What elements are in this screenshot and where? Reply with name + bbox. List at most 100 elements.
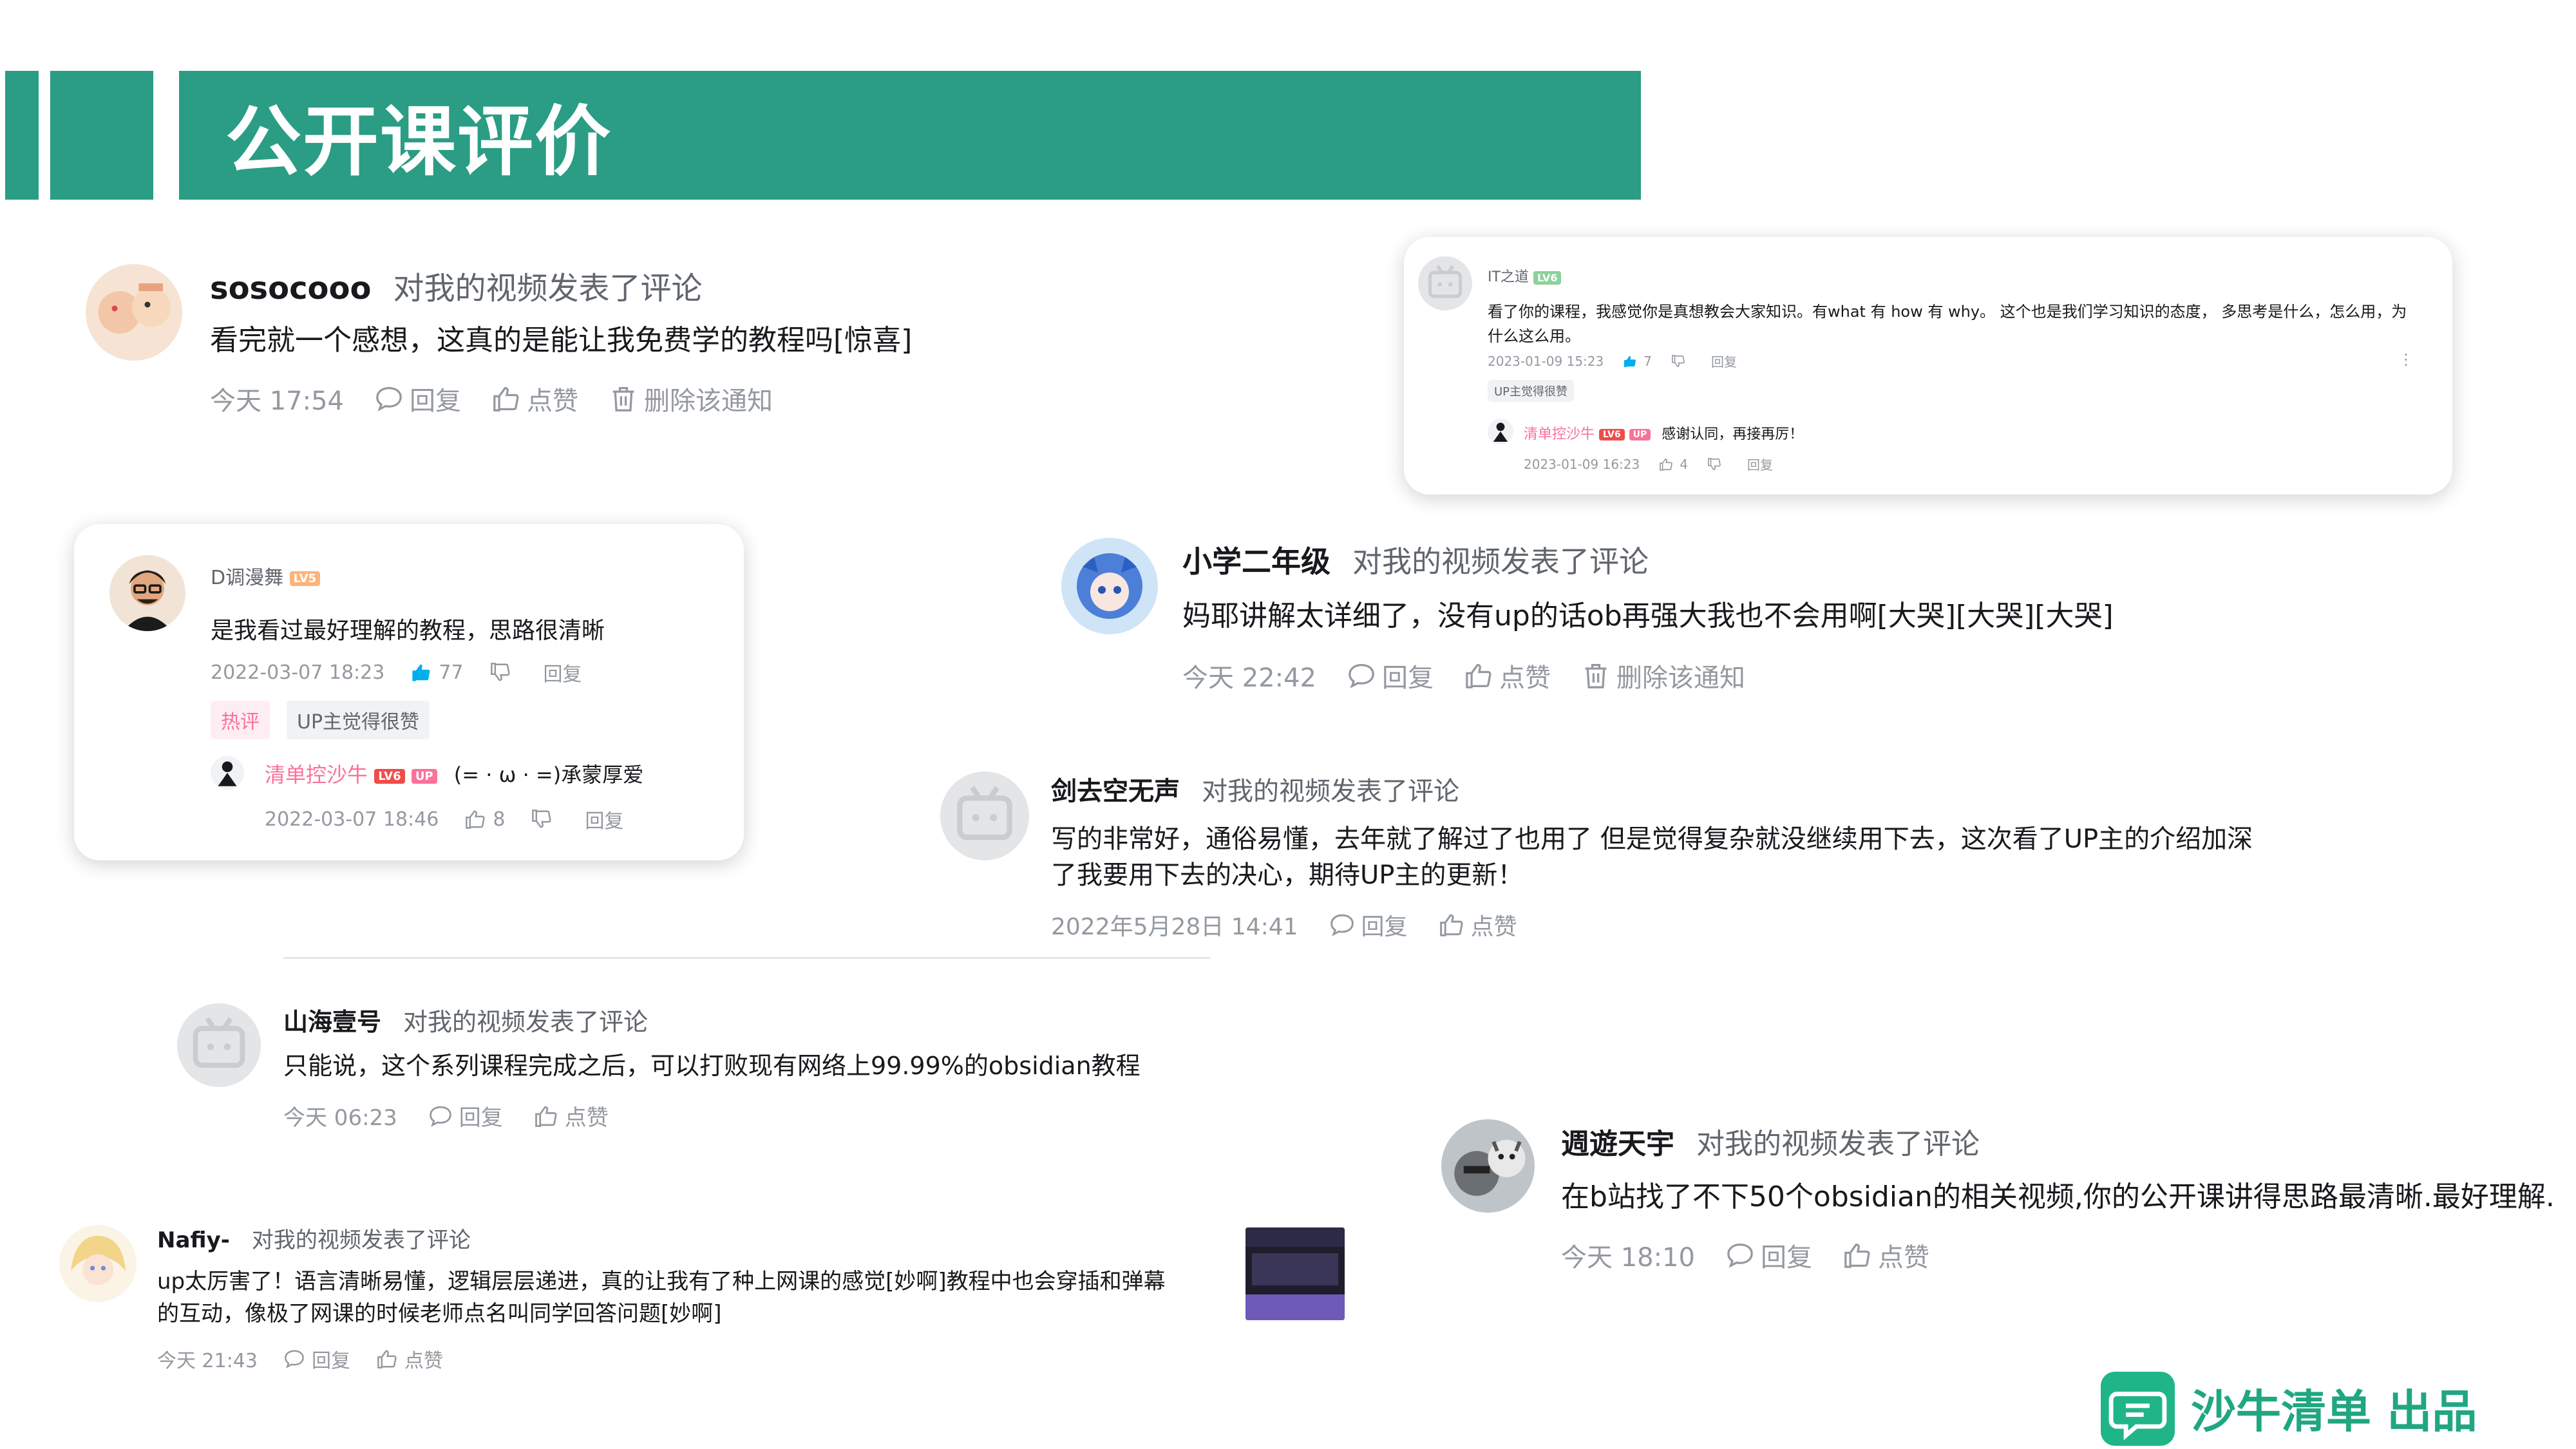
- level-badge: LV5: [289, 571, 321, 586]
- like-button[interactable]: 点赞: [376, 1345, 443, 1373]
- thumb-down-icon: [532, 810, 552, 828]
- thumb-up-icon: [1844, 1243, 1870, 1268]
- reply-dislike-button[interactable]: [531, 810, 559, 829]
- reply-level-badge: LV6: [374, 768, 405, 784]
- up-liked-tag: UP主觉得很赞: [1488, 380, 1575, 402]
- comment-card-it: IT之道 LV6 看了你的课程，我感觉你是真想教会大家知识。有what 有 ho…: [1404, 237, 2452, 495]
- like-button[interactable]: 7: [1623, 354, 1652, 369]
- like-button[interactable]: 点赞: [492, 380, 578, 417]
- reply-icon: [285, 1350, 304, 1368]
- reply-icon: [1330, 914, 1354, 936]
- username[interactable]: 山海壹号: [283, 1008, 381, 1036]
- more-icon[interactable]: ⋮: [2398, 350, 2414, 368]
- reply-icon: [1349, 663, 1374, 688]
- timestamp: 今天 17:54: [210, 386, 344, 416]
- thumb-up-icon: [1466, 663, 1492, 688]
- avatar[interactable]: [940, 772, 1029, 860]
- header-bar-left-2: [50, 71, 153, 200]
- up-liked-tag: UP主觉得很赞: [287, 701, 430, 739]
- comment-text-line1: up太厉害了！语言清晰易懂，逻辑层层递进，真的让我有了种上网课的感觉[妙啊]教程…: [157, 1269, 1166, 1294]
- thumb-up-icon: [535, 1106, 557, 1127]
- comment-text-line1: 看了你的课程，我感觉你是真想教会大家知识。有what 有 how 有 why。 …: [1488, 303, 2407, 321]
- username[interactable]: 小学二年级: [1182, 544, 1331, 579]
- username[interactable]: D调漫舞: [211, 567, 283, 589]
- level-badge: LV6: [1533, 270, 1562, 285]
- reply-avatar[interactable]: [211, 756, 244, 790]
- avatar[interactable]: [177, 1003, 261, 1087]
- reply-like-button[interactable]: 4: [1659, 457, 1688, 472]
- comment-text-line2: 什么这么用。: [1488, 327, 1580, 345]
- reply-reply-button[interactable]: 回复: [585, 805, 623, 833]
- comment-text: 是我看过最好理解的教程，思路很清晰: [211, 618, 605, 644]
- reply-button[interactable]: 回复: [1347, 657, 1434, 694]
- thumbnail-header-strip: [1245, 1227, 1345, 1247]
- action-text: 对我的视频发表了评论: [1352, 544, 1649, 579]
- action-text: 对我的视频发表了评论: [393, 270, 703, 307]
- reply-button[interactable]: 回复: [428, 1100, 503, 1132]
- reply-button[interactable]: 回复: [1711, 352, 1737, 370]
- thumb-down-icon: [1708, 457, 1721, 470]
- action-text: 对我的视频发表了评论: [251, 1227, 471, 1253]
- action-text: 对我的视频发表了评论: [1202, 777, 1459, 806]
- thumb-down-icon: [1672, 354, 1685, 367]
- brand-logo-icon: [2101, 1372, 2175, 1446]
- avatar[interactable]: [1441, 1119, 1535, 1213]
- thumb-down-icon: [490, 663, 510, 681]
- reply-button[interactable]: 回复: [544, 658, 582, 687]
- avatar[interactable]: [59, 1225, 137, 1302]
- like-button[interactable]: 点赞: [1464, 657, 1551, 694]
- like-button[interactable]: 点赞: [1439, 908, 1517, 942]
- reply-button[interactable]: 回复: [1726, 1236, 1812, 1274]
- avatar[interactable]: [1418, 256, 1472, 310]
- divider: [283, 957, 1211, 959]
- up-badge: UP: [1629, 429, 1651, 440]
- action-text: 对我的视频发表了评论: [403, 1008, 649, 1036]
- timestamp: 今天 21:43: [157, 1350, 258, 1372]
- avatar[interactable]: [1061, 538, 1158, 634]
- comment-text-line1: 写的非常好，通俗易懂，去年就了解过了也用了 但是觉得复杂就没继续用下去，这次看了…: [1051, 824, 2253, 854]
- dislike-button[interactable]: [1671, 354, 1692, 368]
- reply-button[interactable]: 回复: [283, 1345, 350, 1373]
- reply-text: (= · ω · =)承蒙厚爱: [453, 762, 644, 787]
- dislike-button[interactable]: [489, 663, 518, 682]
- thumb-up-icon: [493, 386, 519, 412]
- comment-card-d: D调漫舞 LV5 是我看过最好理解的教程，思路很清晰 2022-03-07 18…: [74, 524, 744, 860]
- thumb-up-icon: [1624, 355, 1636, 367]
- up-badge: UP: [411, 768, 437, 784]
- thumb-up-icon: [377, 1350, 397, 1368]
- username[interactable]: Nafiy-: [157, 1227, 230, 1253]
- reply-reply-button[interactable]: 回复: [1747, 455, 1773, 473]
- video-thumbnail[interactable]: [1245, 1227, 1345, 1320]
- reply-username[interactable]: 清单控沙牛: [1524, 426, 1595, 442]
- like-button[interactable]: 77: [410, 661, 464, 684]
- reply-dislike-button[interactable]: [1707, 457, 1728, 471]
- reply-timestamp: 2022-03-07 18:46: [265, 808, 439, 831]
- username[interactable]: 週遊天宇: [1561, 1128, 1674, 1160]
- comment-text: 只能说，这个系列课程完成之后，可以打败现有网络上99.99%的obsidian教…: [283, 1052, 1141, 1080]
- reply-button[interactable]: 回复: [1329, 908, 1408, 942]
- timestamp: 2023-01-09 15:23: [1488, 353, 1604, 369]
- header-bar-left-1: [5, 71, 39, 200]
- reply-avatar[interactable]: [1488, 419, 1513, 444]
- hot-comment-tag: 热评: [211, 701, 270, 739]
- reply-like-button[interactable]: 8: [464, 808, 505, 831]
- delete-notification-button[interactable]: 删除该通知: [609, 380, 773, 417]
- username[interactable]: 剑去空无声: [1051, 777, 1180, 806]
- delete-notification-button[interactable]: 删除该通知: [1582, 657, 1745, 694]
- thumbnail-footer-strip: [1245, 1294, 1345, 1320]
- thumbnail-content-strip: [1252, 1253, 1338, 1285]
- avatar[interactable]: [109, 555, 185, 631]
- like-button[interactable]: 点赞: [1843, 1236, 1929, 1274]
- reply-icon: [1727, 1243, 1753, 1268]
- like-button[interactable]: 点赞: [534, 1100, 609, 1132]
- username[interactable]: IT之道: [1488, 269, 1529, 285]
- avatar[interactable]: [86, 264, 182, 361]
- thumb-up-icon: [1439, 914, 1463, 936]
- username[interactable]: sosocooo: [210, 270, 371, 307]
- trash-icon: [1585, 664, 1607, 688]
- brand-text: 沙牛清单 出品: [2191, 1385, 2477, 1438]
- reply-button[interactable]: 回复: [375, 380, 461, 417]
- reply-username[interactable]: 清单控沙牛: [265, 762, 368, 787]
- action-text: 对我的视频发表了评论: [1696, 1128, 1980, 1160]
- timestamp: 今天 06:23: [283, 1105, 397, 1131]
